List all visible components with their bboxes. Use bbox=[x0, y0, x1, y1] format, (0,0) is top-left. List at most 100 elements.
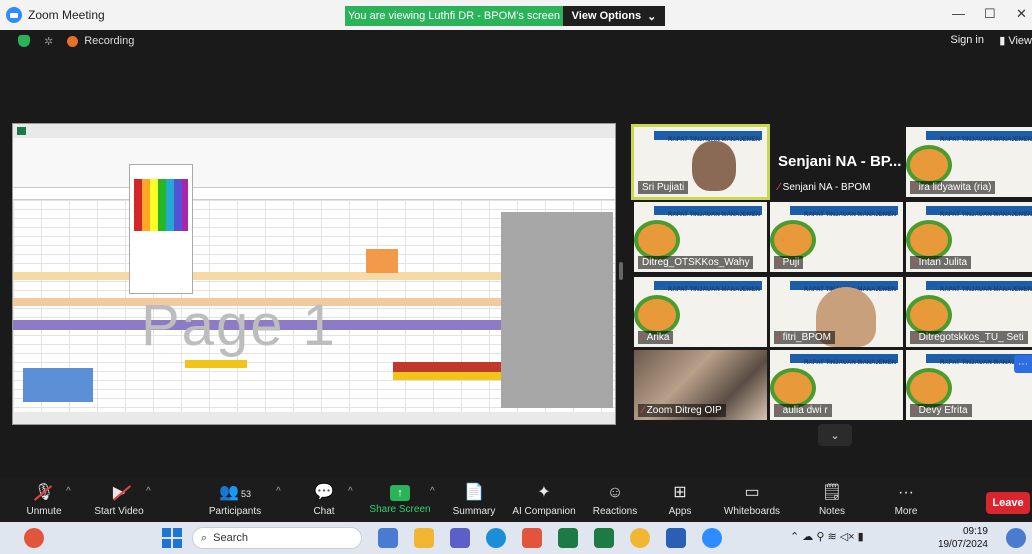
system-clock[interactable]: 09:19 19/07/2024 bbox=[938, 525, 988, 551]
share-screen-button[interactable]: ↑ Share Screen bbox=[368, 478, 432, 522]
color-picker-dropdown[interactable] bbox=[129, 164, 193, 294]
muted-mic-icon: ⁄ bbox=[914, 182, 916, 193]
participant-name: ⁄ Arika bbox=[638, 331, 674, 344]
muted-mic-icon: ⁄ bbox=[778, 332, 780, 343]
teams-icon[interactable] bbox=[450, 528, 470, 548]
copilot-icon[interactable] bbox=[1006, 528, 1026, 548]
excel-icon[interactable] bbox=[558, 528, 578, 548]
excel-side-panel bbox=[501, 212, 613, 408]
security-shield-icon[interactable] bbox=[18, 35, 30, 47]
meeting-status-row: ✲ Recording bbox=[0, 30, 1032, 52]
chat-bubble-icon: 💬 bbox=[314, 484, 334, 501]
muted-mic-icon: ⁄ bbox=[914, 332, 916, 343]
tile-more-options-icon[interactable]: ⋯ bbox=[1014, 355, 1032, 373]
participant-tile[interactable]: RAPAT TINJAUAN MANAJEMEN ⁄ Ditregotskkos_… bbox=[906, 277, 1032, 347]
participant-tile[interactable]: RAPAT TINJAUAN MANAJEMEN ⁄fitri_BPOM bbox=[770, 277, 903, 347]
windows-start-icon[interactable] bbox=[162, 528, 182, 548]
apps-icon: ⊞ bbox=[673, 484, 687, 501]
summary-label: Summary bbox=[452, 506, 496, 517]
task-view-icon[interactable] bbox=[378, 528, 398, 548]
chevron-down-icon: ⌄ bbox=[647, 10, 657, 23]
color-swatches[interactable] bbox=[134, 179, 188, 231]
participant-name: ⁄ Intan Julita bbox=[910, 256, 972, 269]
slide-title: RAPAT TINJAUAN MANAJEMEN bbox=[940, 287, 1032, 293]
reactions-button[interactable]: ☺ Reactions bbox=[590, 478, 640, 522]
participant-tile[interactable]: Senjani NA - BP... ⁄ Senjani NA - BPOM bbox=[770, 127, 903, 197]
clock-date: 19/07/2024 bbox=[937, 539, 988, 550]
zoom-app-icon bbox=[6, 7, 22, 23]
chrome-icon[interactable] bbox=[630, 528, 650, 548]
video-off-icon: ▶ bbox=[112, 484, 126, 501]
participant-tile[interactable]: RAPAT TINJAUAN MANAJEMEN ⁄ Intan Julita bbox=[906, 202, 1032, 272]
participants-options-caret-icon[interactable]: ^ bbox=[276, 486, 281, 497]
participants-count: 53 bbox=[240, 489, 251, 499]
ai-companion-button[interactable]: ✦ AI Companion bbox=[510, 478, 578, 522]
view-layout-button[interactable]: ▮ View bbox=[999, 34, 1032, 47]
participant-name: Sri Pujiati bbox=[638, 181, 689, 194]
participant-tile[interactable]: RAPAT TINJAUAN MANAJEMEN Sri Pujiati bbox=[631, 124, 770, 200]
sign-in-link[interactable]: Sign in bbox=[950, 34, 984, 46]
muted-mic-icon: ⁄ bbox=[914, 405, 916, 416]
notification-icon[interactable] bbox=[24, 528, 44, 548]
participant-name: ⁄ ira lidyawita (ria) bbox=[910, 181, 996, 194]
ai-companion-label: AI Companion bbox=[512, 506, 576, 517]
participant-tile[interactable]: RAPAT TINJAUAN MANAJEMEN Ditreg_OTSKKos_… bbox=[634, 202, 767, 272]
audio-options-caret-icon[interactable]: ^ bbox=[66, 486, 71, 497]
unmute-button[interactable]: 🎙 Unmute bbox=[20, 478, 68, 522]
search-placeholder: Search bbox=[213, 532, 249, 544]
unmute-label: Unmute bbox=[26, 506, 62, 517]
share-screen-label: Share Screen bbox=[369, 504, 431, 515]
connection-signal-icon[interactable]: ✲ bbox=[44, 35, 53, 48]
highlight-cell bbox=[393, 372, 501, 380]
splitter-handle[interactable] bbox=[619, 262, 623, 280]
zoom-window: Zoom Meeting You are viewing Luthfi DR -… bbox=[0, 0, 1032, 554]
close-button[interactable]: ✕ bbox=[1016, 6, 1027, 22]
participant-tile[interactable]: RAPAT TINJAUAN MANAJEMEN ⁄ Puji bbox=[770, 202, 903, 272]
view-options-button[interactable]: View Options ⌄ bbox=[563, 6, 665, 26]
chat-button[interactable]: 💬 Chat bbox=[306, 478, 342, 522]
share-screen-icon: ↑ bbox=[390, 485, 410, 501]
summary-button[interactable]: 📄 Summary bbox=[450, 478, 498, 522]
food-plate-image bbox=[634, 295, 680, 335]
share-options-caret-icon[interactable]: ^ bbox=[430, 486, 435, 497]
start-video-button[interactable]: ▶ Start Video bbox=[88, 478, 150, 522]
muted-mic-icon: ⁄ bbox=[778, 405, 780, 416]
participant-tile[interactable]: ⁄ Zoom Ditreg OIP bbox=[634, 350, 767, 420]
slide-title: RAPAT TINJAUAN MANAJEMEN bbox=[668, 287, 761, 293]
video-options-caret-icon[interactable]: ^ bbox=[146, 486, 151, 497]
shared-screen[interactable]: Page 1 bbox=[12, 123, 616, 425]
word-icon[interactable] bbox=[666, 528, 686, 548]
minimize-button[interactable]: — bbox=[952, 6, 965, 21]
zoom-icon[interactable] bbox=[702, 528, 722, 548]
excel-icon bbox=[17, 127, 26, 135]
excel-ribbon bbox=[13, 148, 615, 188]
file-explorer-icon[interactable] bbox=[414, 528, 434, 548]
leave-button[interactable]: Leave bbox=[986, 492, 1030, 514]
more-button[interactable]: ··· More bbox=[886, 478, 926, 522]
highlight-cell bbox=[393, 362, 501, 372]
screen-share-banner: You are viewing Luthfi DR - BPOM's scree… bbox=[345, 6, 563, 26]
participant-tile[interactable]: RAPAT TINJAUAN MANAJEMEN ⁄ ira lidyawita … bbox=[906, 127, 1032, 197]
highlight-cell bbox=[185, 360, 247, 368]
whiteboards-button[interactable]: ▭ Whiteboards bbox=[718, 478, 786, 522]
apps-button[interactable]: ⊞ Apps bbox=[662, 478, 698, 522]
edge-icon[interactable] bbox=[486, 528, 506, 548]
participant-tile[interactable]: RAPAT TINJAUAN MANAJEMEN ⁄ Arika bbox=[634, 277, 767, 347]
food-plate-image bbox=[906, 145, 952, 185]
gallery-next-page-button[interactable]: ⌄ bbox=[818, 424, 852, 446]
food-plate-image bbox=[906, 295, 952, 335]
taskbar-search-box[interactable]: ⌕ Search bbox=[192, 527, 362, 549]
maximize-button[interactable]: ☐ bbox=[984, 6, 996, 22]
slide-title: RAPAT TINJAUAN MANAJEMEN bbox=[940, 212, 1032, 218]
excel-title-bar bbox=[13, 124, 615, 138]
participant-tile[interactable]: RAPAT TINJAUAN MANAJEMEN ⁄ aulia dwi r bbox=[770, 350, 903, 420]
excel-icon[interactable] bbox=[594, 528, 614, 548]
chat-options-caret-icon[interactable]: ^ bbox=[348, 486, 353, 497]
office-icon[interactable] bbox=[522, 528, 542, 548]
notes-button[interactable]: 🗒 Notes bbox=[812, 478, 852, 522]
highlight-cell bbox=[366, 249, 398, 273]
recording-label: Recording bbox=[84, 35, 135, 47]
system-tray-icons[interactable]: ⌃ ☁ ⚲ ≋ ◁× ▮ bbox=[790, 530, 864, 543]
participants-button[interactable]: 👥 53 Participants bbox=[205, 478, 265, 522]
recording-icon[interactable] bbox=[67, 35, 79, 47]
